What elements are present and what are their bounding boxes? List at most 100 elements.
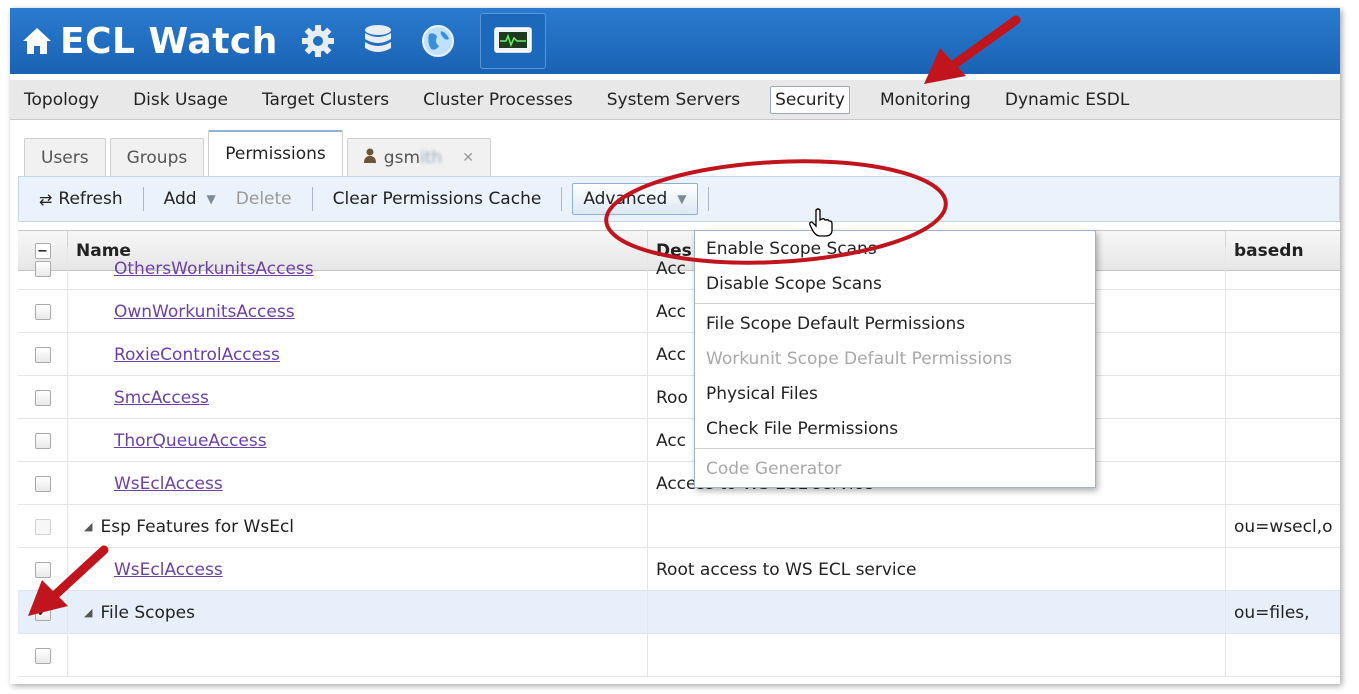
tab-permissions[interactable]: Permissions	[208, 130, 343, 176]
name-cell: ◢ File Scopes	[68, 591, 648, 634]
advanced-menu: Enable Scope Scans Disable Scope Scans F…	[694, 230, 1096, 488]
nav-security[interactable]: Security	[770, 85, 850, 114]
row-select-cell	[18, 333, 68, 376]
menu-item-code-generator: Code Generator	[706, 458, 842, 479]
permission-link[interactable]: OwnWorkunitsAccess	[114, 302, 295, 322]
security-tabs: Users Groups Permissions gsm ith ✕	[24, 130, 495, 176]
tab-label: Groups	[126, 147, 188, 168]
expand-triangle-icon[interactable]: ◢	[84, 520, 92, 533]
row-checkbox[interactable]	[34, 346, 51, 363]
close-icon[interactable]: ✕	[462, 150, 474, 166]
description-cell	[648, 634, 1226, 677]
add-button[interactable]: Add ▼	[154, 189, 226, 209]
menu-separator	[695, 448, 1095, 449]
basedn-cell	[1226, 634, 1340, 677]
row-checkbox[interactable]: ✔	[34, 604, 51, 621]
row-select-cell	[18, 247, 68, 290]
tab-groups[interactable]: Groups	[109, 138, 205, 176]
name-cell: SmcAccess	[68, 376, 648, 419]
delete-button[interactable]: Delete	[226, 189, 302, 209]
advanced-button[interactable]: Advanced ▼	[572, 183, 698, 215]
permission-link[interactable]: WsEclAccess	[114, 474, 223, 494]
menu-item-disable-scope-scans[interactable]: Disable Scope Scans	[695, 266, 1095, 301]
row-select-cell	[18, 505, 68, 548]
nav-cluster-processes[interactable]: Cluster Processes	[419, 87, 577, 113]
row-select-cell	[18, 548, 68, 591]
user-icon	[363, 148, 376, 168]
table-row[interactable]	[18, 634, 1340, 677]
row-checkbox[interactable]	[34, 647, 51, 664]
permission-link[interactable]: OthersWorkunitsAccess	[114, 259, 314, 279]
tab-users[interactable]: Users	[24, 138, 106, 176]
gear-icon[interactable]	[298, 21, 338, 61]
permission-link[interactable]: SmcAccess	[114, 388, 209, 408]
name-cell: WsEclAccess	[68, 548, 648, 591]
name-cell: OwnWorkunitsAccess	[68, 290, 648, 333]
advanced-label: Advanced	[583, 189, 668, 209]
basedn-cell	[1226, 290, 1340, 333]
table-row[interactable]: OwnWorkunitsAccess Acc	[18, 290, 1340, 333]
home-icon[interactable]	[20, 24, 54, 58]
tab-label: Users	[41, 147, 89, 168]
menu-item-check-file-permissions[interactable]: Check File Permissions	[695, 411, 1095, 446]
globe-icon[interactable]	[418, 21, 458, 61]
description-cell	[648, 591, 1226, 634]
refresh-label: Refresh	[58, 189, 123, 209]
menu-item-enable-scope-scans[interactable]: Enable Scope Scans	[695, 231, 1095, 266]
permission-link[interactable]: RoxieControlAccess	[114, 345, 280, 365]
app-title[interactable]: ECL Watch	[60, 21, 278, 62]
nav-topology[interactable]: Topology	[20, 87, 103, 113]
table-row[interactable]: ThorQueueAccess Acc	[18, 419, 1340, 462]
clear-permissions-cache-button[interactable]: Clear Permissions Cache	[323, 189, 552, 209]
row-select-cell	[18, 462, 68, 505]
basedn-cell	[1226, 333, 1340, 376]
basedn-cell: ou=files,	[1226, 591, 1340, 634]
table-row[interactable]: RoxieControlAccess Acc	[18, 333, 1340, 376]
row-checkbox[interactable]	[34, 432, 51, 449]
menu-item-workunit-scope-default-permissions: Workunit Scope Default Permissions	[706, 348, 1013, 369]
delete-label: Delete	[235, 189, 292, 209]
nav-disk-usage[interactable]: Disk Usage	[129, 87, 232, 113]
table-row[interactable]: ◢ Esp Features for WsEcl ou=wsecl,o	[18, 505, 1340, 548]
chevron-down-icon: ▼	[206, 192, 216, 206]
row-checkbox[interactable]	[34, 260, 51, 277]
row-checkbox[interactable]	[34, 561, 51, 578]
name-cell: RoxieControlAccess	[68, 333, 648, 376]
row-select-cell	[18, 290, 68, 333]
row-checkbox[interactable]	[34, 303, 51, 320]
group-label: File Scopes	[100, 602, 195, 623]
description-cell	[648, 505, 1226, 548]
permission-link[interactable]: ThorQueueAccess	[114, 431, 267, 451]
expand-triangle-icon[interactable]: ◢	[84, 606, 92, 619]
row-checkbox[interactable]	[34, 389, 51, 406]
table-row[interactable]: ✔ ◢ File Scopes ou=files,	[18, 591, 1340, 634]
permission-link[interactable]: WsEclAccess	[114, 560, 223, 580]
row-checkbox[interactable]	[34, 475, 51, 492]
app-header: ECL Watch	[10, 8, 1340, 74]
basedn-cell	[1226, 419, 1340, 462]
monitor-icon[interactable]	[479, 13, 546, 69]
basedn-cell	[1226, 376, 1340, 419]
nav-dynamic-esdl[interactable]: Dynamic ESDL	[1001, 87, 1133, 113]
basedn-cell: ou=wsecl,o	[1226, 505, 1340, 548]
nav-target-clusters[interactable]: Target Clusters	[258, 87, 393, 113]
table-row[interactable]: SmcAccess Roo	[18, 376, 1340, 419]
clear-cache-label: Clear Permissions Cache	[332, 189, 542, 209]
nav-monitoring[interactable]: Monitoring	[876, 87, 975, 113]
tab-label: gsm	[383, 147, 421, 168]
tab-user-detail[interactable]: gsm ith ✕	[346, 138, 491, 176]
table-row[interactable]: OthersWorkunitsAccess Acc	[18, 247, 1340, 290]
database-icon[interactable]	[358, 21, 398, 61]
table-row[interactable]: WsEclAccess Access to WS ECL service	[18, 462, 1340, 505]
menu-item-file-scope-default-permissions[interactable]: File Scope Default Permissions	[695, 306, 1095, 341]
permissions-toolbar: ⇄ Refresh Add ▼ Delete Clear Permissions…	[18, 176, 1340, 222]
row-checkbox[interactable]	[34, 518, 51, 535]
refresh-button[interactable]: ⇄ Refresh	[29, 189, 133, 209]
menu-item-physical-files[interactable]: Physical Files	[695, 376, 1095, 411]
group-label: Esp Features for WsEcl	[100, 516, 295, 537]
nav-system-servers[interactable]: System Servers	[603, 87, 744, 113]
table-row[interactable]: WsEclAccess Root access to WS ECL servic…	[18, 548, 1340, 591]
permissions-grid: − Name Des basedn OthersWorkunitsAccess …	[18, 230, 1340, 684]
name-cell	[68, 634, 648, 677]
basedn-cell	[1226, 548, 1340, 591]
